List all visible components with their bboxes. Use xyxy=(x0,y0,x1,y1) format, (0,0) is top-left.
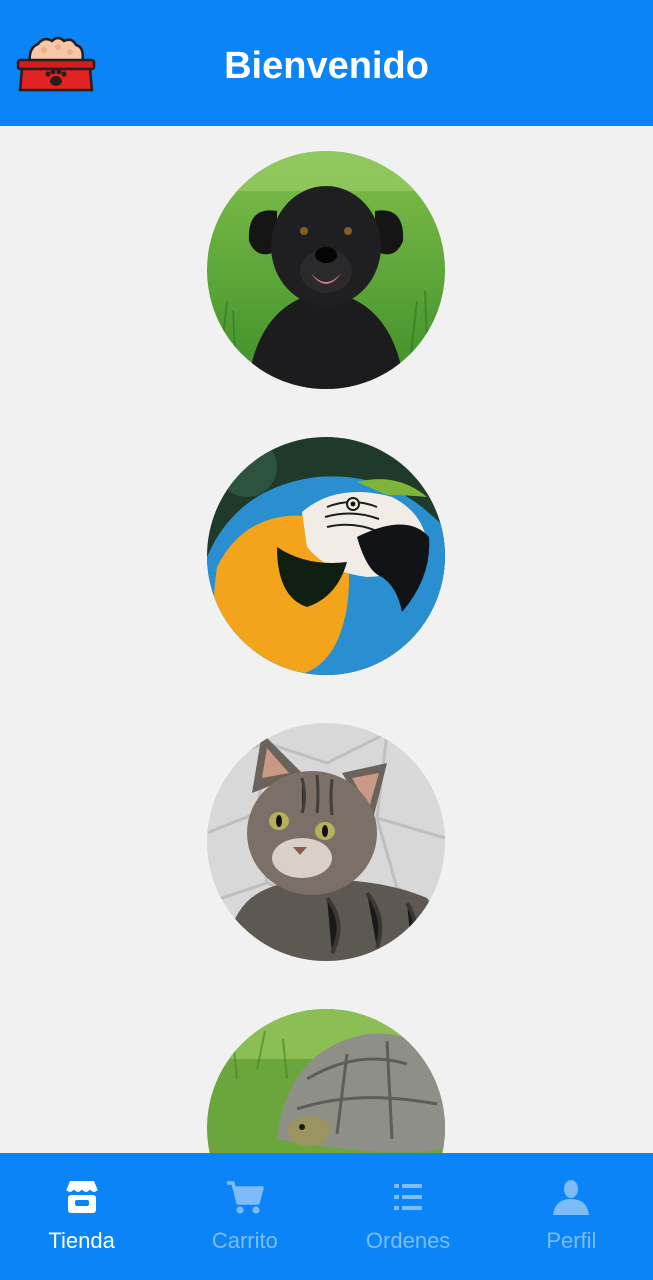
person-icon xyxy=(551,1177,591,1217)
tab-carrito[interactable]: Carrito xyxy=(163,1153,326,1280)
store-icon xyxy=(62,1177,102,1217)
tab-carrito-label: Carrito xyxy=(211,1228,278,1253)
pet-category-list[interactable] xyxy=(0,126,653,1153)
page-title: Bienvenido xyxy=(224,45,429,87)
tab-tienda-label: Tienda xyxy=(48,1228,115,1253)
tab-perfil[interactable]: Perfil xyxy=(490,1153,653,1280)
cat-category-image[interactable] xyxy=(207,723,445,961)
turtle-category-image[interactable] xyxy=(207,1009,445,1153)
app-header: Bienvenido xyxy=(0,0,653,126)
turtle-photo-icon xyxy=(207,1009,445,1153)
tab-perfil-label: Perfil xyxy=(546,1228,597,1253)
parrot-photo-icon xyxy=(207,437,445,675)
list-icon xyxy=(388,1177,428,1217)
dog-photo-icon xyxy=(207,151,445,389)
tab-ordenes[interactable]: Ordenes xyxy=(327,1153,490,1280)
parrot-category-image[interactable] xyxy=(207,437,445,675)
tab-tienda[interactable]: Tienda xyxy=(0,1153,163,1280)
cart-icon xyxy=(225,1177,265,1217)
cat-photo-icon xyxy=(207,723,445,961)
tab-ordenes-label: Ordenes xyxy=(365,1228,451,1253)
bottom-navigation: Tienda Carrito Ordenes Perfil xyxy=(0,1153,653,1280)
dog-category-image[interactable] xyxy=(207,151,445,389)
